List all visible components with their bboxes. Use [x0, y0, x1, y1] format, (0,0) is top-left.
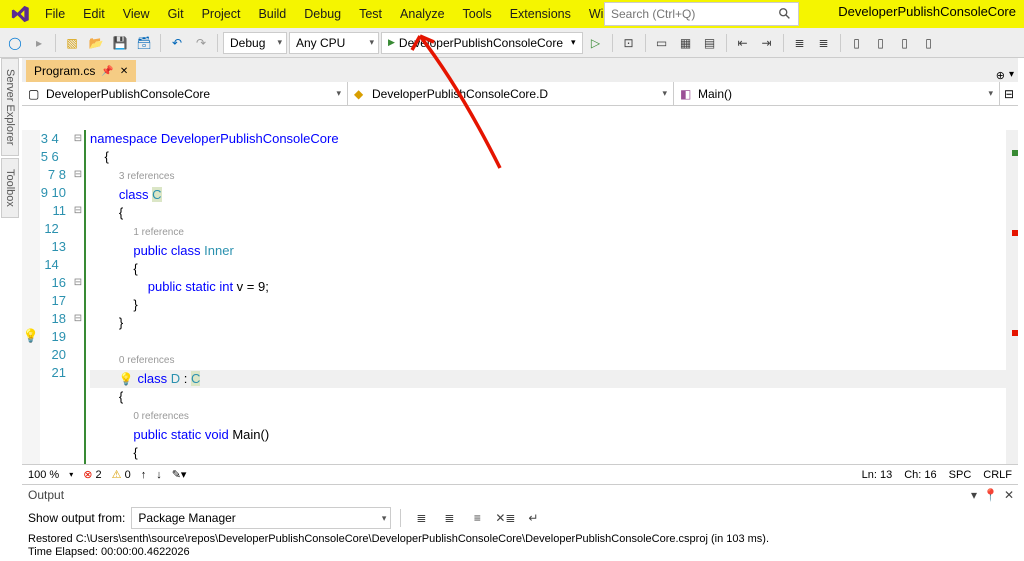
tb-icon-1[interactable]: ▭ — [651, 32, 673, 54]
config-combo[interactable]: Debug — [223, 32, 287, 54]
output-tb-1[interactable]: ≣ — [410, 507, 432, 529]
menu-build[interactable]: Build — [249, 3, 295, 25]
tb-icon-3[interactable]: ▤ — [699, 32, 721, 54]
output-tb-3[interactable]: ≡ — [466, 507, 488, 529]
clear-output-icon[interactable]: ✕≣ — [494, 507, 516, 529]
toolbox-tab[interactable]: Toolbox — [1, 158, 19, 218]
nav-back-button[interactable]: ◯ — [4, 32, 26, 54]
search-input[interactable] — [611, 7, 778, 21]
indent-mode[interactable]: SPC — [949, 469, 972, 481]
menu-extensions[interactable]: Extensions — [501, 3, 580, 25]
zoom-combo[interactable]: 100 % — [28, 469, 59, 481]
start-no-debug-icon[interactable]: ▷ — [585, 32, 607, 54]
comment-icon[interactable]: ≣ — [789, 32, 811, 54]
line-ending[interactable]: CRLF — [983, 469, 1012, 481]
output-title: Output — [28, 488, 64, 502]
file-tab-program[interactable]: Program.cs 📌 ✕ — [26, 60, 136, 82]
save-all-icon[interactable]: 🗃 — [133, 32, 155, 54]
csharp-proj-icon: ▢ — [28, 87, 42, 101]
pin-icon[interactable]: 📌 — [101, 66, 113, 77]
output-menu-icon[interactable]: ▾ — [971, 488, 977, 502]
side-tabs: Server Explorer Toolbox — [0, 58, 20, 458]
open-icon[interactable]: 📂 — [85, 32, 107, 54]
menu-git[interactable]: Git — [159, 3, 193, 25]
error-count[interactable]: ⊗ 2 — [83, 468, 101, 481]
menu-view[interactable]: View — [114, 3, 159, 25]
tab-menu-icon[interactable]: ▾ — [1009, 69, 1014, 82]
platform-combo[interactable]: Any CPU — [289, 32, 379, 54]
line-indicator[interactable]: Ln: 13 — [862, 469, 893, 481]
line-numbers: 3 4 5 6 7 8 9 10 11 12 13 14 16 17 18 19… — [40, 130, 72, 464]
bookmark3-icon[interactable]: ▯ — [894, 32, 916, 54]
server-explorer-tab[interactable]: Server Explorer — [1, 58, 19, 156]
redo-icon[interactable]: ↷ — [190, 32, 212, 54]
tab-overflow-icon[interactable]: ⊕ — [996, 69, 1005, 82]
menu-debug[interactable]: Debug — [295, 3, 350, 25]
output-panel: Output ▾ 📍 ✕ Show output from: Package M… — [22, 484, 1018, 554]
nav-down-icon[interactable]: ↓ — [156, 469, 162, 481]
menu-bar: File Edit View Git Project Build Debug T… — [0, 0, 1024, 28]
menu-analyze[interactable]: Analyze — [391, 3, 453, 25]
wrap-output-icon[interactable]: ↵ — [522, 507, 544, 529]
vs-logo-icon — [10, 4, 30, 24]
menu-edit[interactable]: Edit — [74, 3, 114, 25]
suggestion-icon[interactable]: 💡 — [22, 328, 40, 344]
solution-name: DeveloperPublishConsoleCore — [838, 4, 1016, 19]
nav-fwd-button[interactable]: ▸ — [28, 32, 50, 54]
start-label: DeveloperPublishConsoleCore — [399, 36, 563, 50]
output-close-icon[interactable]: ✕ — [1004, 488, 1014, 502]
output-source-combo[interactable]: Package Manager — [131, 507, 391, 529]
new-project-icon[interactable]: ▧ — [61, 32, 83, 54]
scroll-map[interactable] — [1006, 130, 1018, 464]
code-editor[interactable]: 💡 3 4 5 6 7 8 9 10 11 12 13 14 16 17 18 … — [22, 130, 1018, 464]
toolbar: ◯ ▸ ▧ 📂 💾 🗃 ↶ ↷ Debug Any CPU ▶Developer… — [0, 28, 1024, 58]
menu-tools[interactable]: Tools — [454, 3, 501, 25]
output-header[interactable]: Output ▾ 📍 ✕ — [22, 485, 1018, 505]
bookmark4-icon[interactable]: ▯ — [918, 32, 940, 54]
menu-project[interactable]: Project — [193, 3, 250, 25]
col-indicator[interactable]: Ch: 16 — [904, 469, 936, 481]
fold-margin[interactable]: ⊟ ⊟ ⊟ ⊟ ⊟ — [72, 130, 86, 464]
indent-out-icon[interactable]: ⇤ — [732, 32, 754, 54]
document-tabs: Program.cs 📌 ✕ ⊕ ▾ — [22, 58, 1018, 82]
output-pin-icon[interactable]: 📍 — [983, 488, 998, 502]
nav-bar: ▢DeveloperPublishConsoleCore ◆DeveloperP… — [22, 82, 1018, 106]
menu-test[interactable]: Test — [350, 3, 391, 25]
nav-project[interactable]: ▢DeveloperPublishConsoleCore — [22, 82, 348, 105]
output-from-label: Show output from: — [28, 511, 125, 525]
file-tab-label: Program.cs — [34, 64, 95, 78]
menu-file[interactable]: File — [36, 3, 74, 25]
save-icon[interactable]: 💾 — [109, 32, 131, 54]
search-box[interactable] — [604, 2, 799, 26]
method-icon: ◧ — [680, 87, 694, 101]
tb-icon-2[interactable]: ▦ — [675, 32, 697, 54]
nav-up-icon[interactable]: ↑ — [141, 469, 147, 481]
brush-icon[interactable]: ✎▾ — [172, 468, 187, 481]
nav-class[interactable]: ◆DeveloperPublishConsoleCore.D — [348, 82, 674, 105]
undo-icon[interactable]: ↶ — [166, 32, 188, 54]
uncomment-icon[interactable]: ≣ — [813, 32, 835, 54]
indent-in-icon[interactable]: ⇥ — [756, 32, 778, 54]
close-tab-icon[interactable]: ✕ — [120, 66, 128, 77]
code-area[interactable]: namespace DeveloperPublishConsoleCore { … — [86, 130, 1018, 464]
nav-member[interactable]: ◧Main() — [674, 82, 1000, 105]
class-icon: ◆ — [354, 87, 368, 101]
output-text[interactable]: Restored C:\Users\senth\source\repos\Dev… — [22, 531, 1018, 561]
bookmark-icon[interactable]: ▯ — [846, 32, 868, 54]
bookmark2-icon[interactable]: ▯ — [870, 32, 892, 54]
split-icon[interactable]: ⊟ — [1000, 82, 1018, 105]
breakpoint-margin[interactable]: 💡 — [22, 130, 40, 464]
output-tb-2[interactable]: ≣ — [438, 507, 460, 529]
warning-count[interactable]: ⚠ 0 — [112, 468, 131, 481]
browser-icon[interactable]: ⊡ — [618, 32, 640, 54]
editor-status: 100 %▾ ⊗ 2 ⚠ 0 ↑ ↓ ✎▾ Ln: 13 Ch: 16 SPC … — [22, 464, 1018, 484]
search-icon — [778, 7, 792, 21]
start-button[interactable]: ▶DeveloperPublishConsoleCore▾ — [381, 32, 583, 54]
